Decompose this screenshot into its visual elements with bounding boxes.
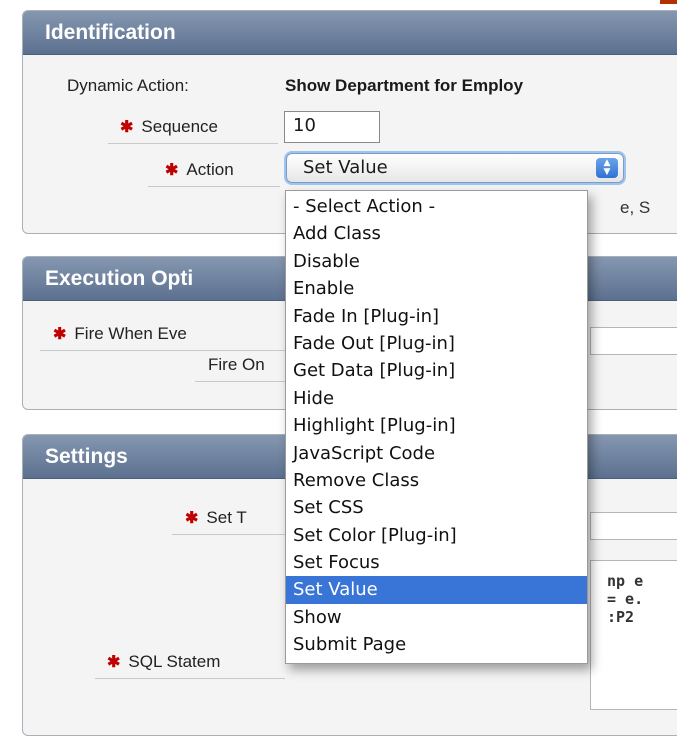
action-label: ✱ Action — [165, 160, 234, 179]
action-select-value: Set Value — [303, 157, 388, 178]
sql-statement-underline — [95, 678, 285, 679]
top-accent-bar — [660, 0, 677, 4]
fire-when-event-label: ✱ Fire When Eve — [53, 324, 187, 343]
required-asterisk-icon: ✱ — [107, 654, 121, 671]
action-dropdown-list[interactable]: - Select Action - Add Class Disable Enab… — [285, 190, 588, 664]
dropdown-option[interactable]: Disable — [286, 248, 587, 275]
dropdown-option[interactable]: Hide — [286, 385, 587, 412]
dynamic-action-label: Dynamic Action: — [67, 76, 189, 95]
dropdown-option[interactable]: Submit Page — [286, 631, 587, 658]
sql-code-line-1: np e — [607, 572, 644, 590]
required-asterisk-icon: ✱ — [165, 162, 179, 179]
fire-when-event-select[interactable] — [590, 327, 677, 355]
dropdown-option[interactable]: Highlight [Plug-in] — [286, 412, 587, 439]
dropdown-option[interactable]: Get Data [Plug-in] — [286, 357, 587, 384]
dropdown-option[interactable]: Fade In [Plug-in] — [286, 303, 587, 330]
fire-on-underline — [195, 381, 287, 382]
required-asterisk-icon: ✱ — [185, 510, 199, 527]
required-asterisk-icon: ✱ — [120, 119, 134, 136]
dropdown-option[interactable]: Set CSS — [286, 494, 587, 521]
fire-on-label: Fire On — [208, 355, 265, 374]
dropdown-option[interactable]: Add Class — [286, 220, 587, 247]
updown-arrows-icon: ▲ ▼ — [596, 158, 618, 178]
sql-code-line-3: :P2 — [607, 608, 635, 626]
dropdown-option[interactable]: Fade Out [Plug-in] — [286, 330, 587, 357]
sql-statement-label: ✱ SQL Statem — [107, 652, 221, 671]
dropdown-option[interactable]: Remove Class — [286, 467, 587, 494]
set-type-label: ✱ Set T — [185, 508, 247, 527]
dropdown-option[interactable]: Enable — [286, 275, 587, 302]
action-select[interactable]: Set Value ▲ ▼ — [286, 153, 624, 183]
fire-when-event-underline — [40, 350, 286, 351]
action-label-underline — [148, 186, 280, 187]
sequence-label-underline — [108, 143, 278, 144]
required-asterisk-icon: ✱ — [53, 326, 67, 343]
dropdown-option[interactable]: JavaScript Code — [286, 440, 587, 467]
sql-code-line-2: = e. — [607, 590, 644, 608]
dropdown-option[interactable]: - Select Action - — [286, 193, 587, 220]
sequence-label: ✱ Sequence — [120, 117, 218, 136]
help-text-fragment: e, S — [620, 198, 651, 217]
set-type-underline — [172, 534, 286, 535]
dropdown-option[interactable]: Set Color [Plug-in] — [286, 522, 587, 549]
set-type-select[interactable] — [590, 512, 677, 540]
dropdown-option[interactable]: Show — [286, 604, 587, 631]
dropdown-option[interactable]: Set Focus — [286, 549, 587, 576]
dropdown-option-selected[interactable]: Set Value — [286, 576, 587, 604]
identification-header: Identification — [23, 11, 677, 55]
sequence-input[interactable]: 10 — [284, 111, 380, 143]
dynamic-action-value: Show Department for Employ — [285, 76, 524, 95]
